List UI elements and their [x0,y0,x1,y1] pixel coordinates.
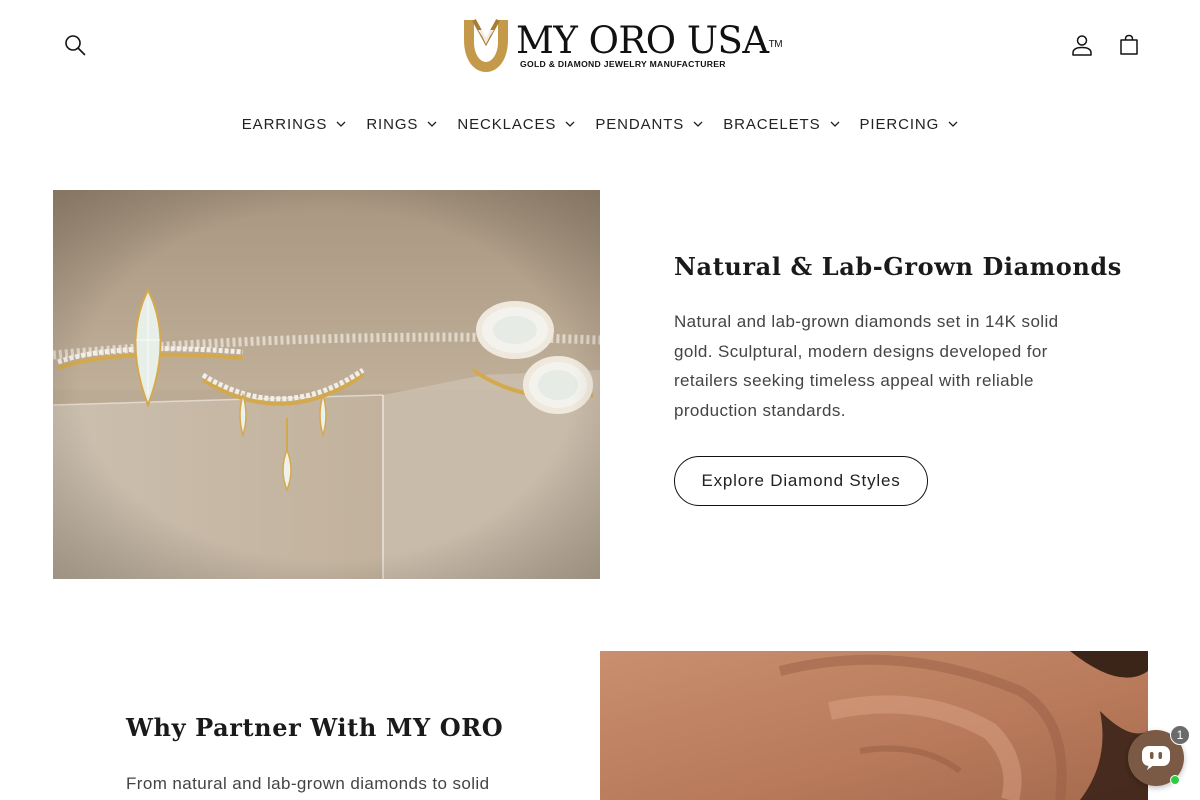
chat-notification-badge: 1 [1170,725,1190,745]
site-header: MY ORO USATM GOLD & DIAMOND JEWELRY MANU… [0,0,1200,90]
nav-item-label: BRACELETS [723,115,821,133]
hero-description: Natural and lab-grown diamonds set in 14… [674,312,1059,420]
online-status-indicator [1170,775,1180,785]
nav-item-label: RINGS [366,115,419,133]
why-partner-description: From natural and lab-grown diamonds to s… [126,774,490,793]
nav-item-label: NECKLACES [457,115,557,133]
nav-item-label: PENDANTS [595,115,685,133]
chevron-down-icon [427,121,437,127]
chevron-down-icon [830,121,840,127]
nav-item-rings[interactable]: RINGS [356,108,447,140]
nav-item-piercing[interactable]: PIERCING [850,108,969,140]
diamond-rings-image [53,190,600,579]
nav-item-label: EARRINGS [241,115,328,133]
explore-diamond-styles-button[interactable]: Explore Diamond Styles [674,456,928,506]
nav-item-necklaces[interactable]: NECKLACES [447,108,585,140]
account-icon [1072,35,1092,56]
ear-earring-image [600,651,1148,800]
chevron-down-icon [336,121,346,127]
trademark: TM [768,38,783,50]
main-nav: EARRINGS RINGS NECKLACES PENDANTS BRACEL… [0,108,1200,140]
logo-mark-icon [464,19,508,72]
nav-item-label: PIERCING [859,115,940,133]
nav-item-bracelets[interactable]: BRACELETS [713,108,849,140]
search-icon [65,35,86,56]
chevron-down-icon [565,121,575,127]
nav-item-earrings[interactable]: EARRINGS [232,108,357,140]
cart-button[interactable] [1107,23,1151,67]
search-button[interactable] [53,23,97,67]
chevron-down-icon [693,121,703,127]
nav-item-pendants[interactable]: PENDANTS [585,108,713,140]
account-button[interactable] [1060,23,1104,67]
chevron-down-icon [948,121,958,127]
chat-icon [1142,746,1170,770]
logo-text: MY ORO USA [516,18,769,62]
logo-tagline: GOLD & DIAMOND JEWELRY MANUFACTURER [520,58,726,69]
site-logo[interactable]: MY ORO USATM GOLD & DIAMOND JEWELRY MANU… [460,15,783,75]
cart-icon [1120,34,1138,55]
why-partner-title: Why Partner With MY ORO [126,713,504,742]
hero-title: Natural & Lab-Grown Diamonds [674,252,1122,281]
